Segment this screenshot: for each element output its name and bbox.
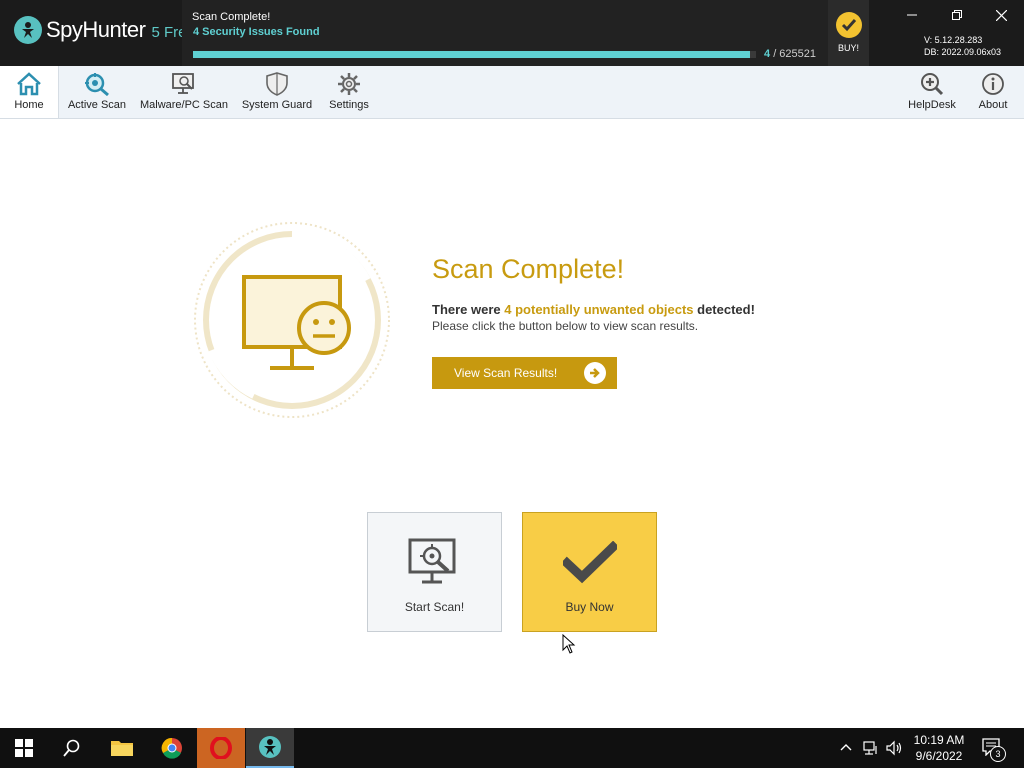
- result-title: Scan Complete!: [432, 254, 625, 284]
- view-scan-results-label: View Scan Results!: [454, 366, 558, 380]
- nav-home-label: Home: [14, 99, 44, 111]
- info-icon: [982, 73, 1004, 95]
- search-icon: [63, 739, 80, 757]
- scan-progress-bar: [193, 51, 756, 58]
- chevron-up-icon[interactable]: [840, 742, 852, 752]
- shield-icon: [266, 72, 288, 96]
- buy-now-tile[interactable]: Buy Now: [522, 512, 657, 632]
- gear-icon: [338, 73, 360, 95]
- notification-center-button[interactable]: 3: [982, 738, 1006, 762]
- spyhunter-logo-icon: [259, 736, 281, 758]
- app-logo: SpyHunter 5 Free: [14, 16, 195, 44]
- close-button[interactable]: [979, 0, 1024, 30]
- opera-icon: [210, 737, 232, 759]
- result-summary: There were 4 potentially unwanted object…: [432, 302, 755, 317]
- scan-status-title: Scan Complete!: [192, 11, 271, 23]
- neutral-monitor-icon: [194, 222, 390, 418]
- helpdesk-icon: [921, 73, 944, 96]
- nav-system-guard-label: System Guard: [241, 99, 313, 111]
- scan-progress-current: 4: [764, 48, 771, 60]
- scan-progress-fill: [193, 51, 751, 58]
- taskbar-file-explorer[interactable]: [98, 728, 146, 768]
- nav-helpdesk[interactable]: HelpDesk: [904, 66, 960, 118]
- taskbar-chrome[interactable]: [148, 728, 196, 768]
- notification-count-badge: 3: [990, 746, 1006, 762]
- title-bar: SpyHunter 5 Free Scan Complete! 4 Securi…: [0, 0, 1024, 66]
- arrow-right-icon: [584, 362, 606, 384]
- folder-icon: [111, 741, 133, 756]
- taskbar-clock[interactable]: 10:19 AM 9/6/2022: [906, 732, 972, 764]
- view-scan-results-button[interactable]: View Scan Results!: [432, 357, 617, 389]
- nav-home[interactable]: Home: [0, 66, 59, 118]
- monitor-scan-icon: [408, 538, 456, 584]
- home-icon: [17, 72, 41, 96]
- windows-taskbar: 10:19 AM 9/6/2022 3: [0, 728, 1024, 768]
- spyhunter-logo-icon: [14, 16, 42, 44]
- result-summary-suffix: detected!: [693, 302, 755, 317]
- scan-progress-total: / 625521: [773, 48, 817, 60]
- main-toolbar: Home Active Scan Malware/PC Scan System …: [0, 66, 1024, 119]
- restore-button[interactable]: [934, 0, 979, 30]
- clock-time: 10:19 AM: [913, 733, 965, 747]
- start-scan-tile[interactable]: Start Scan!: [367, 512, 502, 632]
- scan-issues-found: 4 Security Issues Found: [193, 26, 320, 38]
- app-version: V: 5.12.28.283: [924, 35, 983, 45]
- volume-icon[interactable]: [886, 740, 902, 756]
- scan-status-panel: Scan Complete! 4 Security Issues Found 4…: [182, 0, 828, 66]
- buy-mini-label: BUY!: [837, 43, 859, 53]
- nav-malware-scan-label: Malware/PC Scan: [139, 99, 229, 111]
- start-button[interactable]: [0, 728, 48, 768]
- start-scan-label: Start Scan!: [404, 600, 465, 614]
- buy-mini-button[interactable]: BUY!: [828, 0, 869, 66]
- checkmark-icon: [563, 541, 617, 584]
- buy-now-label: Buy Now: [565, 600, 614, 614]
- nav-system-guard[interactable]: System Guard: [240, 66, 314, 118]
- db-version: DB: 2022.09.06x03: [924, 47, 1002, 57]
- scan-result-illustration: [192, 220, 392, 425]
- network-icon[interactable]: [863, 740, 879, 756]
- monitor-scan-icon: [172, 73, 194, 94]
- nav-malware-scan[interactable]: Malware/PC Scan: [138, 66, 230, 118]
- taskbar-opera[interactable]: [197, 728, 245, 768]
- taskbar-search-button[interactable]: [48, 728, 96, 768]
- result-summary-prefix: There were: [432, 302, 505, 317]
- nav-settings-label: Settings: [329, 99, 369, 111]
- mouse-cursor-icon: [562, 634, 576, 654]
- minimize-button[interactable]: [889, 0, 934, 30]
- window-controls: [889, 0, 1024, 30]
- nav-active-scan-label: Active Scan: [67, 99, 127, 111]
- nav-about[interactable]: About: [970, 66, 1016, 118]
- windows-logo-icon: [15, 739, 33, 757]
- home-panel: Scan Complete! There were 4 potentially …: [0, 119, 1024, 728]
- nav-active-scan[interactable]: Active Scan: [62, 66, 132, 118]
- spyhunter-window: SpyHunter 5 Free Scan Complete! 4 Securi…: [0, 0, 1024, 768]
- app-brand-name: SpyHunter: [46, 17, 146, 42]
- crosshair-scan-icon: [85, 73, 109, 96]
- clock-date: 9/6/2022: [915, 749, 963, 763]
- nav-helpdesk-label: HelpDesk: [908, 99, 956, 111]
- chrome-icon: [161, 737, 182, 759]
- scan-progress-count: 4 / 625521: [764, 48, 816, 60]
- result-summary-count: 4 potentially unwanted objects: [504, 302, 694, 317]
- nav-settings[interactable]: Settings: [324, 66, 374, 118]
- checkmark-badge-icon: [835, 12, 862, 38]
- taskbar-spyhunter[interactable]: [246, 728, 294, 768]
- version-info: V: 5.12.28.283 DB: 2022.09.06x03: [924, 34, 1001, 58]
- nav-about-label: About: [978, 99, 1008, 111]
- result-instruction: Please click the button below to view sc…: [432, 319, 699, 333]
